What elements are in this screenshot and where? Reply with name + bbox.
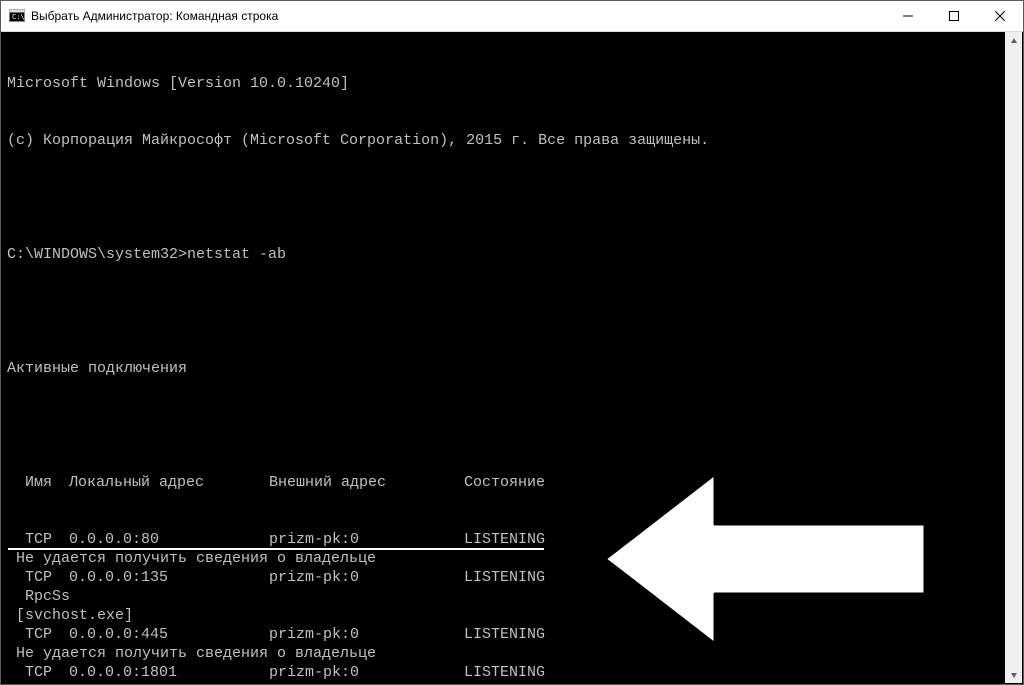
cell-remote-address: prizm-pk:0 <box>269 625 464 644</box>
owner-unknown-note: Не удается получить сведения о владельце <box>7 549 1017 568</box>
cell-local-address: 0.0.0.0:135 <box>69 568 269 587</box>
maximize-button[interactable] <box>931 1 977 31</box>
cell-local-address: 0.0.0.0:80 <box>69 530 269 549</box>
prompt-line: C:\WINDOWS\system32>netstat -ab <box>7 245 1017 264</box>
window-title: Выбрать Администратор: Командная строка <box>31 9 278 23</box>
minimize-button[interactable] <box>885 1 931 31</box>
owner-service: RpcSs <box>7 587 1017 606</box>
scroll-down-button[interactable] <box>1005 666 1022 683</box>
header-remote: Внешний адрес <box>269 473 464 492</box>
window-controls <box>885 1 1023 31</box>
command-text: netstat -ab <box>187 246 286 263</box>
column-headers: Имя Локальный адрес Внешний адрес Состоя… <box>7 473 1017 492</box>
close-button[interactable] <box>977 1 1023 31</box>
cell-proto: TCP <box>7 625 69 644</box>
cmd-icon: C:\ <box>9 8 25 24</box>
cell-remote-address: prizm-pk:0 <box>269 568 464 587</box>
vertical-scrollbar[interactable] <box>1005 32 1022 683</box>
scroll-up-button[interactable] <box>1005 32 1022 49</box>
cell-local-address: 0.0.0.0:445 <box>69 625 269 644</box>
highlight-underline <box>8 548 544 550</box>
owner-unknown-note: Не удается получить сведения о владельце <box>7 644 1017 663</box>
connection-row: TCP0.0.0.0:135prizm-pk:0LISTENING <box>7 568 1017 587</box>
svg-text:C:\: C:\ <box>12 13 25 21</box>
header-proto: Имя <box>7 473 69 492</box>
banner-line: Microsoft Windows [Version 10.0.10240] <box>7 74 1017 93</box>
cell-state: LISTENING <box>464 568 545 587</box>
cell-proto: TCP <box>7 568 69 587</box>
titlebar[interactable]: C:\ Выбрать Администратор: Командная стр… <box>1 1 1023 32</box>
app-window: C:\ Выбрать Администратор: Командная стр… <box>0 0 1024 685</box>
owner-executable: [mqsvc.exe] <box>7 682 1017 684</box>
connection-row: TCP0.0.0.0:80prizm-pk:0LISTENING <box>7 530 1017 549</box>
cell-local-address: 0.0.0.0:1801 <box>69 663 269 682</box>
header-local: Локальный адрес <box>69 473 269 492</box>
banner-line: (c) Корпорация Майкрософт (Microsoft Cor… <box>7 131 1017 150</box>
section-title: Активные подключения <box>7 359 1017 378</box>
scroll-track[interactable] <box>1005 49 1022 666</box>
terminal-output[interactable]: Microsoft Windows [Version 10.0.10240] (… <box>1 32 1023 684</box>
cell-remote-address: prizm-pk:0 <box>269 663 464 682</box>
cell-proto: TCP <box>7 530 69 549</box>
cell-state: LISTENING <box>464 530 545 549</box>
prompt: C:\WINDOWS\system32> <box>7 246 187 263</box>
cell-state: LISTENING <box>464 663 545 682</box>
header-state: Состояние <box>464 473 545 492</box>
owner-executable: [svchost.exe] <box>7 606 1017 625</box>
connection-row: TCP0.0.0.0:1801prizm-pk:0LISTENING <box>7 663 1017 682</box>
cell-proto: TCP <box>7 663 69 682</box>
cell-state: LISTENING <box>464 625 545 644</box>
cell-remote-address: prizm-pk:0 <box>269 530 464 549</box>
connection-row: TCP0.0.0.0:445prizm-pk:0LISTENING <box>7 625 1017 644</box>
